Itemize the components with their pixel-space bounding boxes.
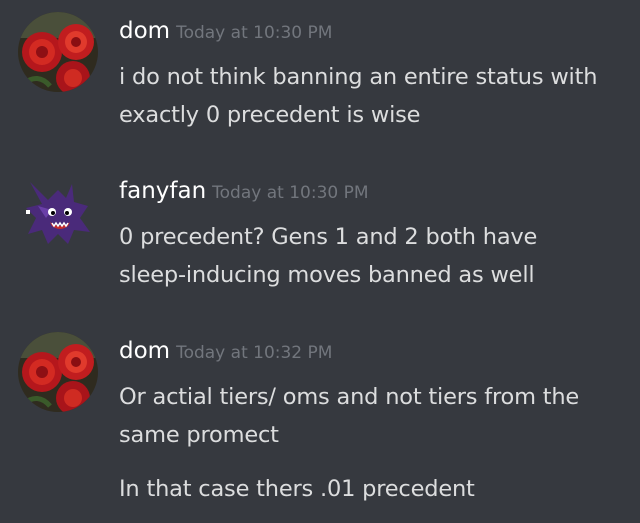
timestamp[interactable]: Today at 10:30 PM (212, 183, 368, 203)
message-group: dom Today at 10:32 PM Or actial tiers/ om… (0, 320, 640, 523)
purple-ghost-sprite-avatar-icon (18, 172, 98, 252)
message-header: fanyfan Today at 10:30 PM (119, 178, 369, 204)
message-group: dom Today at 10:30 PM i do not think bann… (0, 0, 640, 160)
red-roses-avatar-icon (18, 12, 98, 92)
message-text: Or actial tiers/ oms and not tiers from … (119, 384, 580, 448)
username[interactable]: fanyfan (119, 178, 206, 204)
username[interactable]: dom (119, 18, 170, 44)
message-text: In that case thers .01 precedent (119, 476, 475, 502)
red-roses-avatar-icon (18, 332, 98, 412)
message-header: dom Today at 10:30 PM (119, 18, 332, 44)
message-text: i do not think banning an entire status … (119, 64, 598, 128)
avatar[interactable] (18, 172, 98, 252)
message-header: dom Today at 10:32 PM (119, 338, 332, 364)
username[interactable]: dom (119, 338, 170, 364)
avatar[interactable] (18, 12, 98, 92)
avatar[interactable] (18, 332, 98, 412)
message-text: 0 precedent? Gens 1 and 2 both have slee… (119, 224, 538, 288)
message-group: fanyfan Today at 10:30 PM 0 precedent? Ge… (0, 160, 640, 320)
timestamp[interactable]: Today at 10:30 PM (176, 23, 332, 43)
timestamp[interactable]: Today at 10:32 PM (176, 343, 332, 363)
